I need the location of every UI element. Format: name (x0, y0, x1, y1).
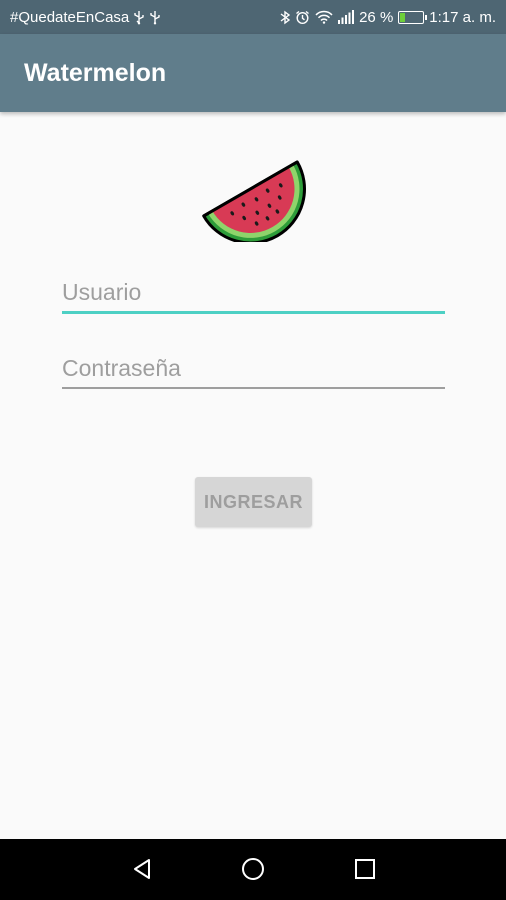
status-left: #QuedateEnCasa (10, 9, 161, 26)
password-field[interactable] (62, 349, 445, 389)
alarm-icon (295, 10, 310, 25)
watermelon-icon (196, 148, 312, 245)
signal-icon (338, 10, 355, 24)
username-input[interactable] (62, 274, 445, 311)
bluetooth-icon (280, 10, 291, 25)
status-hashtag: #QuedateEnCasa (10, 8, 130, 26)
battery-icon (398, 10, 428, 24)
back-icon[interactable] (124, 851, 160, 887)
username-field[interactable] (62, 274, 445, 314)
navigation-bar (0, 839, 506, 900)
password-input[interactable] (62, 349, 445, 387)
clock: 1:17 a. m. (429, 8, 496, 26)
status-right: 26 % 1:17 a. m. (280, 9, 496, 26)
home-icon[interactable] (235, 851, 271, 887)
battery-percent: 26 % (359, 8, 394, 26)
app-title: Watermelon (24, 58, 167, 87)
status-bar: #QuedateEnCasa 26 % 1:17 a. m. (0, 0, 506, 34)
usb-icon (133, 10, 145, 25)
usb-icon (149, 10, 161, 25)
recent-apps-icon[interactable] (347, 851, 383, 887)
battery-level (400, 12, 406, 22)
wifi-icon (315, 10, 333, 24)
login-button[interactable]: INGRESAR (195, 477, 312, 527)
app-bar: Watermelon (0, 34, 506, 112)
screen: #QuedateEnCasa 26 % 1:17 a. m. Watermelo… (0, 0, 506, 900)
